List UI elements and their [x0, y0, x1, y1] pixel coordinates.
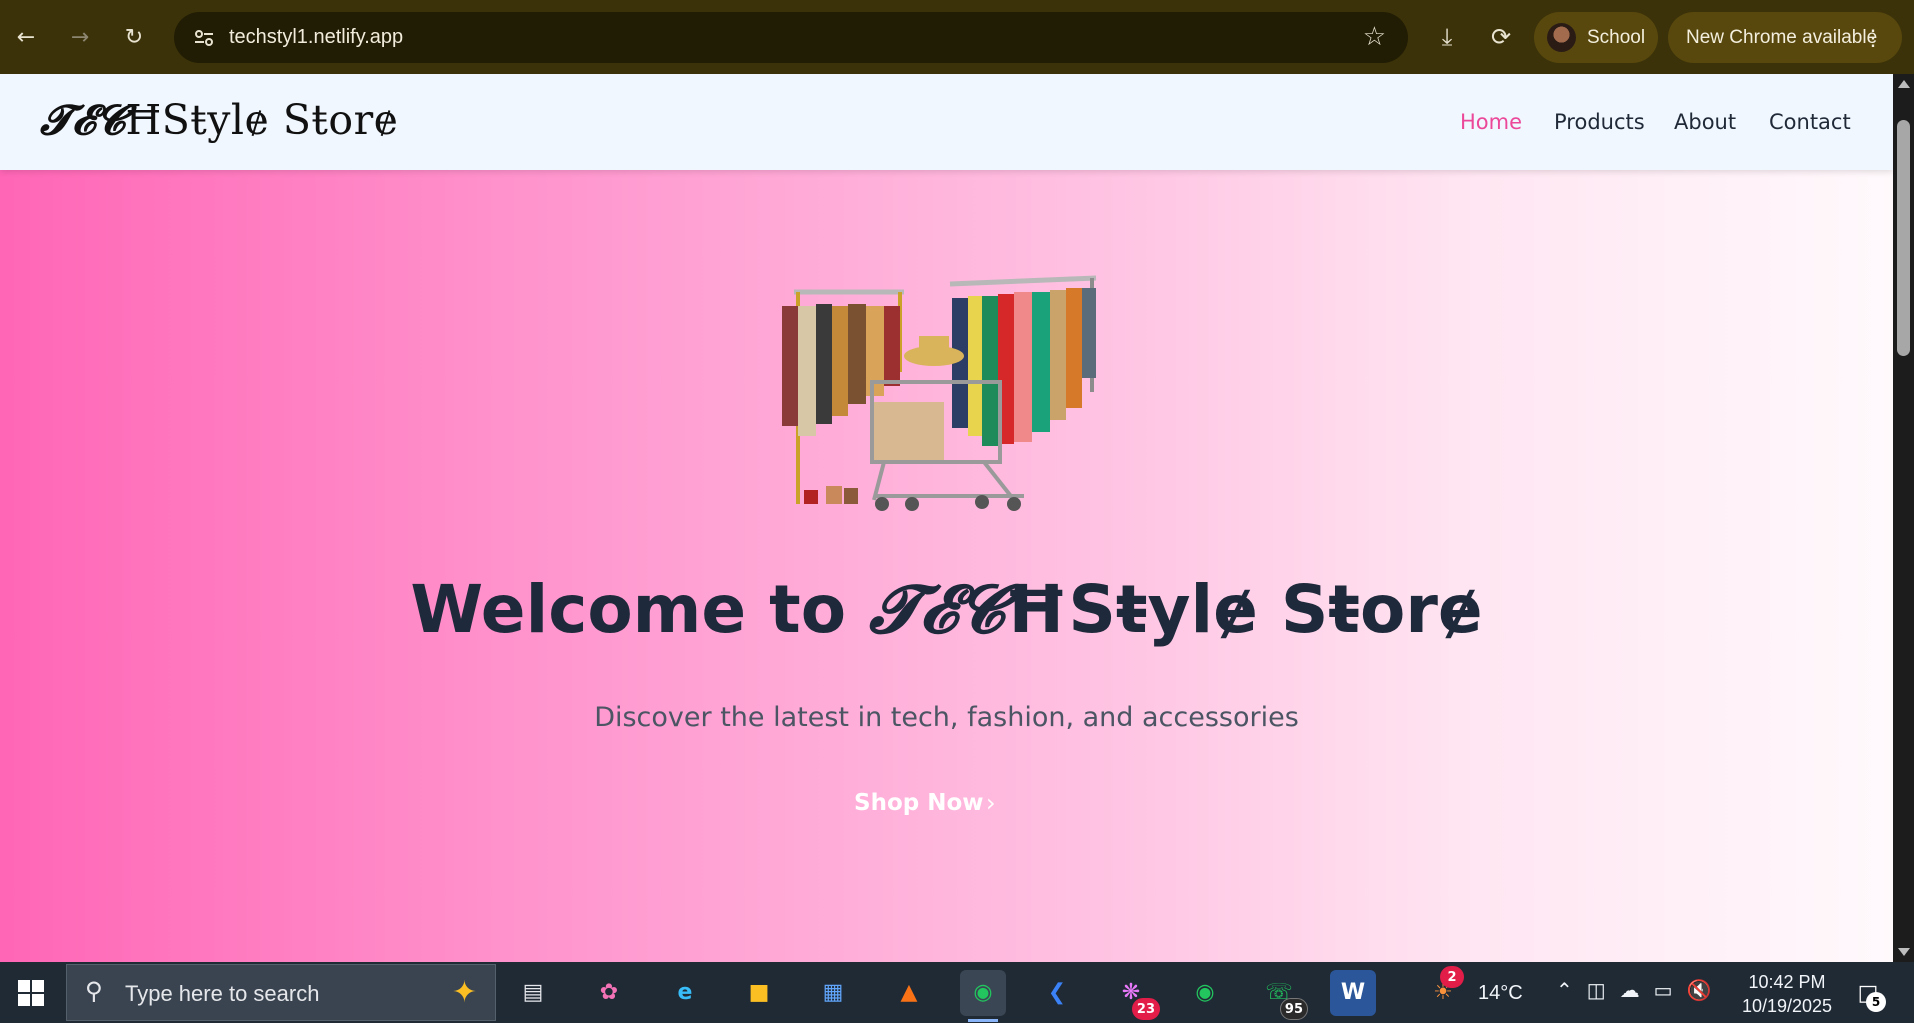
avatar [1547, 23, 1576, 52]
reload-icon[interactable]: ↻ [118, 22, 150, 54]
nav-products[interactable]: Products [1554, 110, 1645, 134]
slack-icon[interactable]: ❋ 23 [1108, 970, 1160, 1020]
notification-count: 5 [1866, 992, 1886, 1012]
microsoft-store-icon[interactable]: ▦ [810, 970, 856, 1016]
update-chrome-button[interactable]: New Chrome available ⋮ [1668, 12, 1902, 63]
nav-about[interactable]: About [1674, 110, 1736, 134]
profile-button[interactable]: School [1534, 12, 1658, 63]
download-icon[interactable]: ⤓ [1432, 22, 1462, 52]
url-text[interactable]: techstyl1.netlify.app [229, 26, 403, 49]
profile-label: School [1587, 27, 1646, 48]
temperature[interactable]: 14°C [1478, 982, 1523, 1005]
windows-logo-icon [18, 980, 44, 1006]
file-explorer-icon[interactable]: ■ [736, 970, 782, 1016]
performance-icon[interactable]: ⟳ [1486, 22, 1516, 52]
vlc-icon[interactable]: ▲ [886, 970, 932, 1016]
browser-toolbar: ← → ↻ techstyl1.netlify.app ☆ ⤓ ⟳ School… [0, 0, 1914, 74]
vscode-icon[interactable]: ❮ [1034, 970, 1080, 1016]
edge-icon[interactable]: e [662, 970, 708, 1016]
slack-badge: 23 [1131, 998, 1160, 1020]
search-icon: ⚲ [85, 977, 103, 1005]
page-viewport: 𝓣𝓔𝓒ĦSŧylɇ Sŧorɇ Home Products About Cont… [0, 74, 1893, 962]
hero-title-rest: ĦSŧylɇ Sŧorɇ [1004, 571, 1483, 648]
hero-title-prefix: Welcome to [410, 571, 870, 648]
hero-section: Welcome to 𝓣𝓔𝓒ĦSŧylɇ Sŧorɇ Discover the … [0, 170, 1893, 962]
nav-home[interactable]: Home [1460, 110, 1522, 134]
copilot-icon[interactable]: ✿ [586, 970, 632, 1016]
active-indicator [968, 1019, 998, 1022]
logo-script-part: 𝓣𝓔𝓒 [40, 96, 126, 144]
bookmark-star-icon[interactable]: ☆ [1363, 22, 1386, 52]
shop-now-button[interactable]: Shop Now › [836, 778, 1056, 828]
site-settings-icon[interactable] [192, 26, 216, 50]
hero-title: Welcome to 𝓣𝓔𝓒ĦSŧylɇ Sŧorɇ [0, 570, 1893, 650]
task-view-icon[interactable]: ▤ [510, 970, 556, 1016]
windows-taskbar: ⚲ Type here to search ✦ ▤ ✿ e ■ ▦ ▲ ◉ ❮ … [0, 962, 1914, 1023]
whatsapp-badge: 95 [1279, 998, 1308, 1020]
hero-title-script: 𝓣𝓔𝓒 [869, 570, 1005, 648]
start-button[interactable] [0, 962, 62, 1023]
hero-image [782, 275, 1097, 511]
scroll-up-icon[interactable] [1898, 80, 1910, 88]
taskbar-search[interactable]: ⚲ Type here to search ✦ [66, 964, 496, 1021]
nav-contact[interactable]: Contact [1769, 110, 1851, 134]
clock[interactable]: 10:42 PM 10/19/2025 [1732, 970, 1842, 1018]
address-bar[interactable]: techstyl1.netlify.app ☆ [174, 12, 1408, 63]
scroll-down-icon[interactable] [1898, 948, 1910, 956]
site-logo[interactable]: 𝓣𝓔𝓒ĦSŧylɇ Sŧorɇ [40, 96, 398, 145]
hero-subtitle: Discover the latest in tech, fashion, an… [594, 702, 1299, 733]
weather-badge: 2 [1440, 966, 1464, 988]
page-scrollbar[interactable] [1893, 74, 1914, 962]
chrome-profile-icon[interactable]: ◉ [1182, 970, 1228, 1016]
notification-icon[interactable]: □ 5 [1848, 974, 1888, 1014]
forward-arrow-icon[interactable]: → [64, 22, 96, 54]
date: 10/19/2025 [1741, 996, 1833, 1016]
weather-icon[interactable]: ☀ 2 [1420, 966, 1466, 1016]
logo-rest-part: ĦSŧylɇ Sŧorɇ [125, 96, 399, 144]
time: 10:42 PM [1748, 972, 1826, 992]
whatsapp-icon[interactable]: ☏ 95 [1256, 970, 1308, 1020]
update-label: New Chrome available [1686, 27, 1878, 48]
chrome-icon[interactable]: ◉ [960, 970, 1006, 1022]
scrollbar-thumb[interactable] [1897, 120, 1910, 356]
search-placeholder: Type here to search [125, 981, 320, 1006]
system-tray-icons[interactable]: ⌃◫☁▭🔇 [1556, 978, 1725, 1003]
back-arrow-icon[interactable]: ← [10, 22, 42, 54]
menu-dots-icon[interactable]: ⋮ [1862, 12, 1884, 63]
chevron-right-icon: › [986, 789, 996, 817]
copilot-sparkle-icon: ✦ [451, 975, 477, 1010]
site-header: 𝓣𝓔𝓒ĦSŧylɇ Sŧorɇ Home Products About Cont… [0, 74, 1893, 170]
shop-now-label: Shop Now [854, 790, 984, 816]
word-icon[interactable]: W [1330, 970, 1376, 1016]
